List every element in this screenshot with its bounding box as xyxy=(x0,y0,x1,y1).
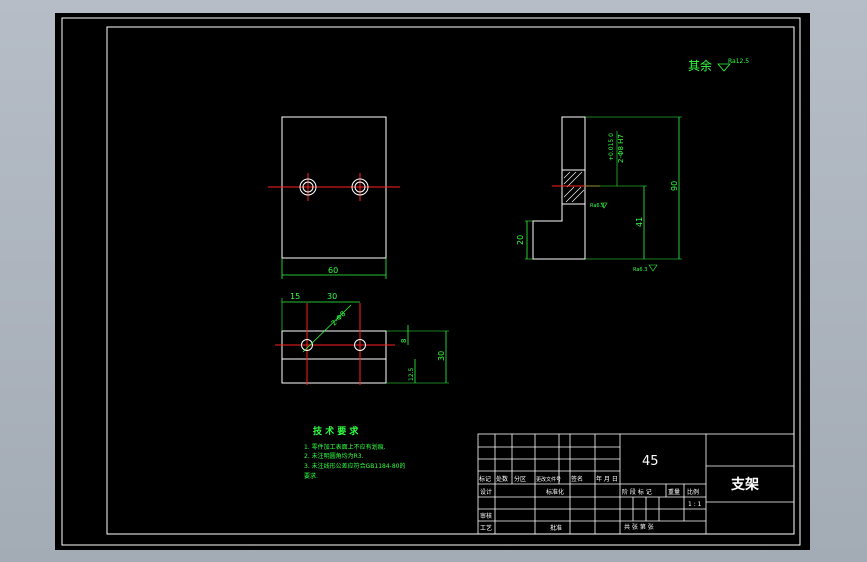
top-spacing-dim: 30 xyxy=(327,292,337,301)
sheet-inner-border xyxy=(106,26,795,535)
tech-req-item-1: 1. 零件加工表面上不应有划痕. xyxy=(304,443,386,451)
top-offset-dim: 15 xyxy=(290,292,300,301)
tb-standardization: 标准化 xyxy=(546,488,564,496)
tech-req-item-3: 3. 未注线形公差应符合GB1184-80的 xyxy=(304,462,405,470)
tb-designer: 设计 xyxy=(480,488,492,496)
tb-date: 年 月 日 xyxy=(596,475,618,483)
tb-count: 处数 xyxy=(496,475,508,483)
side-height-dim: 90 xyxy=(670,181,679,191)
roughness-symbol-icon xyxy=(717,63,731,72)
side-hole-section xyxy=(561,169,586,205)
tb-approve: 批准 xyxy=(550,524,562,532)
tech-req-item-4: 要求. xyxy=(304,472,318,480)
side-step-width-dim: 20 xyxy=(516,235,525,245)
tb-zone: 分区 xyxy=(514,475,526,483)
side-step-height-dim: 41 xyxy=(635,217,644,227)
side-hole-fit-dim: 2-Φ8 H7 xyxy=(617,134,625,163)
sheet-outer-border xyxy=(61,17,801,546)
front-width-dim: 60 xyxy=(328,266,338,275)
roughness-note: 其余 Ra12.5 xyxy=(688,58,749,73)
technical-requirements: 技 术 要 求 1. 零件加工表面上不应有划痕. 2. 未注明圆角均为R3. 3… xyxy=(304,425,405,480)
tb-review: 审核 xyxy=(480,512,492,520)
tb-scale-label: 比例 xyxy=(687,488,699,496)
roughness-label: 其余 xyxy=(688,58,712,73)
tb-stage: 阶 段 标 记 xyxy=(622,488,652,496)
top-height-8-dim: 8 xyxy=(400,339,408,343)
tb-scale-value: 1 : 1 xyxy=(688,501,702,508)
tb-process: 工艺 xyxy=(480,524,492,532)
side-view: 90 41 20 2-Φ8 H7 +0.015 0 Ra6.3 Ra6.3 xyxy=(516,116,682,273)
side-view-outline xyxy=(532,116,586,260)
material-label: 45 xyxy=(642,454,659,469)
tb-signature: 签名 xyxy=(571,475,583,483)
tb-change-doc: 更改文件号 xyxy=(536,476,561,483)
engineering-drawing: 其余 Ra12.5 60 90 41 20 2-Φ8 H7 +0.015 0 R… xyxy=(61,17,801,546)
tb-weight: 重量 xyxy=(668,488,680,496)
tech-req-heading: 技 术 要 求 xyxy=(313,425,359,437)
top-view-outline xyxy=(281,330,387,384)
side-finish-2: Ra6.3 xyxy=(633,267,647,273)
top-hole-dia-dim: 2-Φ8 xyxy=(330,310,348,328)
drawing-viewport[interactable]: 其余 Ra12.5 60 90 41 20 2-Φ8 H7 +0.015 0 R… xyxy=(55,13,810,550)
tb-mark: 标记 xyxy=(479,475,491,483)
side-hole-tolerance: +0.015 0 xyxy=(608,133,615,161)
top-view: 15 30 2-Φ8 30 8 12.5 xyxy=(275,292,449,385)
side-finish-1: Ra6.3 xyxy=(590,203,604,209)
roughness-value: Ra12.5 xyxy=(728,58,749,65)
top-12-5-dim: 12.5 xyxy=(408,367,415,381)
finish-symbol-2-icon xyxy=(648,264,658,272)
top-total-dim: 30 xyxy=(437,351,446,361)
tech-req-item-2: 2. 未注明圆角均为R3. xyxy=(304,452,364,460)
front-view: 60 xyxy=(268,116,400,279)
tb-sheet: 共 张 第 张 xyxy=(624,523,654,531)
drawing-title: 支架 xyxy=(730,476,759,493)
side-hatch xyxy=(563,171,585,203)
